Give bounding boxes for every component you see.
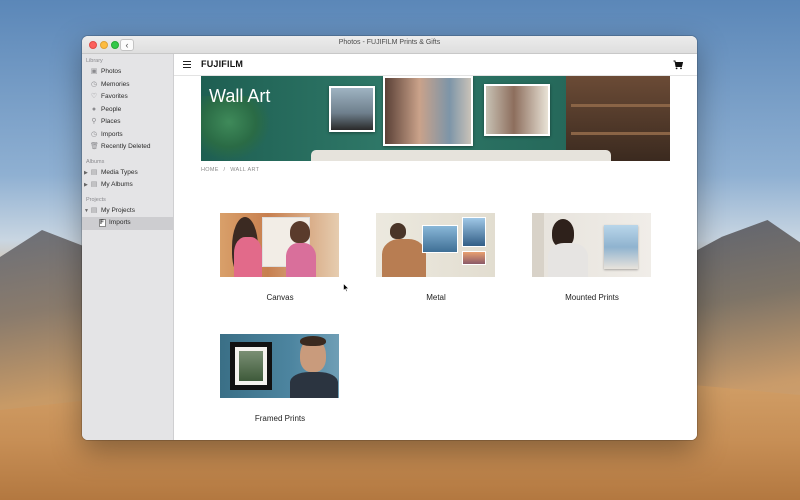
window-title: Photos - FUJIFILM Prints & Gifts bbox=[338, 39, 441, 46]
product-metal[interactable]: Metal bbox=[376, 213, 496, 302]
main-content: FUJIFILM Wall Art HOME / WALL ART Canvas… bbox=[174, 54, 697, 440]
product-label[interactable]: Canvas bbox=[220, 293, 340, 302]
wall-art-hero-banner: Wall Art bbox=[201, 76, 670, 161]
hero-title: Wall Art bbox=[209, 86, 271, 106]
sidebar-item-media-types[interactable]: ▶ ▤ Media Types bbox=[82, 167, 173, 180]
sidebar-item-recently-deleted[interactable]: 🗑 Recently Deleted bbox=[82, 141, 173, 154]
breadcrumb: HOME / WALL ART bbox=[201, 167, 259, 173]
disclosure-triangle-icon[interactable]: ▶ bbox=[84, 167, 88, 180]
sidebar-item-label: My Albums bbox=[101, 181, 133, 188]
folder-icon: ▤ bbox=[90, 168, 98, 176]
product-canvas[interactable]: Canvas bbox=[220, 213, 340, 302]
person-icon: ● bbox=[91, 105, 97, 113]
folder-icon: ▤ bbox=[90, 206, 98, 214]
product-label[interactable]: Framed Prints bbox=[220, 414, 340, 423]
disclosure-triangle-open-icon[interactable]: ▼ bbox=[84, 205, 89, 218]
metal-thumbnail[interactable] bbox=[376, 213, 495, 277]
sidebar-item-favorites[interactable]: ♡ Favorites bbox=[82, 91, 173, 104]
canvas-thumbnail[interactable] bbox=[220, 213, 339, 277]
trash-icon: 🗑 bbox=[90, 143, 99, 150]
hero-dog-photo bbox=[329, 86, 375, 132]
cart-icon[interactable] bbox=[673, 60, 683, 70]
store-header: FUJIFILM bbox=[174, 54, 697, 76]
breadcrumb-home-link[interactable]: HOME bbox=[201, 167, 219, 173]
sidebar-item-label: Memories bbox=[101, 80, 130, 88]
sidebar-item-project-imports[interactable]: F Imports bbox=[82, 217, 173, 230]
framed-prints-thumbnail[interactable] bbox=[220, 334, 339, 398]
sidebar-item-label: People bbox=[101, 105, 122, 113]
app-window: ‹ Photos - FUJIFILM Prints & Gifts Libra… bbox=[82, 36, 697, 440]
memories-icon: ◷ bbox=[90, 80, 98, 88]
sidebar-section-library: Library bbox=[86, 58, 103, 64]
sidebar-item-imports[interactable]: ◷ Imports bbox=[82, 129, 173, 142]
sofa-decor bbox=[311, 150, 611, 161]
fujifilm-f-icon: F bbox=[98, 219, 106, 227]
sidebar-item-my-projects[interactable]: ▼ ▤ My Projects bbox=[82, 205, 173, 218]
sidebar-item-memories[interactable]: ◷ Memories bbox=[82, 79, 173, 92]
product-label[interactable]: Metal bbox=[376, 293, 496, 302]
sidebar-item-people[interactable]: ● People bbox=[82, 104, 173, 117]
pin-icon: ⚲ bbox=[91, 118, 97, 125]
product-framed-prints[interactable]: Framed Prints bbox=[220, 334, 340, 423]
hero-couple-photo bbox=[383, 76, 473, 146]
heart-icon: ♡ bbox=[90, 93, 98, 100]
sidebar-item-label: My Projects bbox=[101, 206, 135, 214]
sidebar-item-label: Media Types bbox=[101, 168, 138, 176]
mouse-cursor-icon bbox=[343, 283, 349, 292]
sidebar-item-photos[interactable]: ▣ Photos bbox=[82, 66, 173, 79]
sidebar-item-label: Recently Deleted bbox=[101, 143, 151, 150]
sidebar-item-label: Imports bbox=[109, 219, 131, 226]
hero-family-photo bbox=[484, 84, 550, 136]
sidebar-item-label: Favorites bbox=[101, 93, 128, 100]
breadcrumb-current: WALL ART bbox=[230, 167, 260, 173]
title-bar[interactable]: ‹ Photos - FUJIFILM Prints & Gifts bbox=[82, 36, 697, 54]
sidebar-item-label: Imports bbox=[101, 130, 123, 138]
photos-icon: ▣ bbox=[90, 68, 98, 75]
sidebar-section-projects: Projects bbox=[86, 196, 106, 203]
sidebar-item-my-albums[interactable]: ▶ ▤ My Albums bbox=[82, 179, 173, 192]
sidebar-item-places[interactable]: ⚲ Places bbox=[82, 116, 173, 129]
bookshelf-decor bbox=[566, 76, 670, 161]
disclosure-triangle-icon[interactable]: ▶ bbox=[84, 179, 88, 192]
sidebar-item-label: Photos bbox=[101, 68, 122, 75]
sidebar: Library ▣ Photos ◷ Memories ♡ Favorites … bbox=[82, 54, 174, 440]
product-mounted-prints[interactable]: Mounted Prints bbox=[532, 213, 652, 302]
product-label[interactable]: Mounted Prints bbox=[532, 293, 652, 302]
sidebar-section-albums: Albums bbox=[86, 158, 105, 165]
mounted-prints-thumbnail[interactable] bbox=[532, 213, 651, 277]
fujifilm-logo[interactable]: FUJIFILM bbox=[201, 59, 243, 69]
folder-icon: ▤ bbox=[90, 181, 98, 188]
breadcrumb-separator: / bbox=[223, 167, 226, 173]
sidebar-item-label: Places bbox=[101, 118, 121, 125]
clock-icon: ◷ bbox=[90, 130, 98, 138]
hamburger-icon[interactable] bbox=[183, 61, 191, 69]
